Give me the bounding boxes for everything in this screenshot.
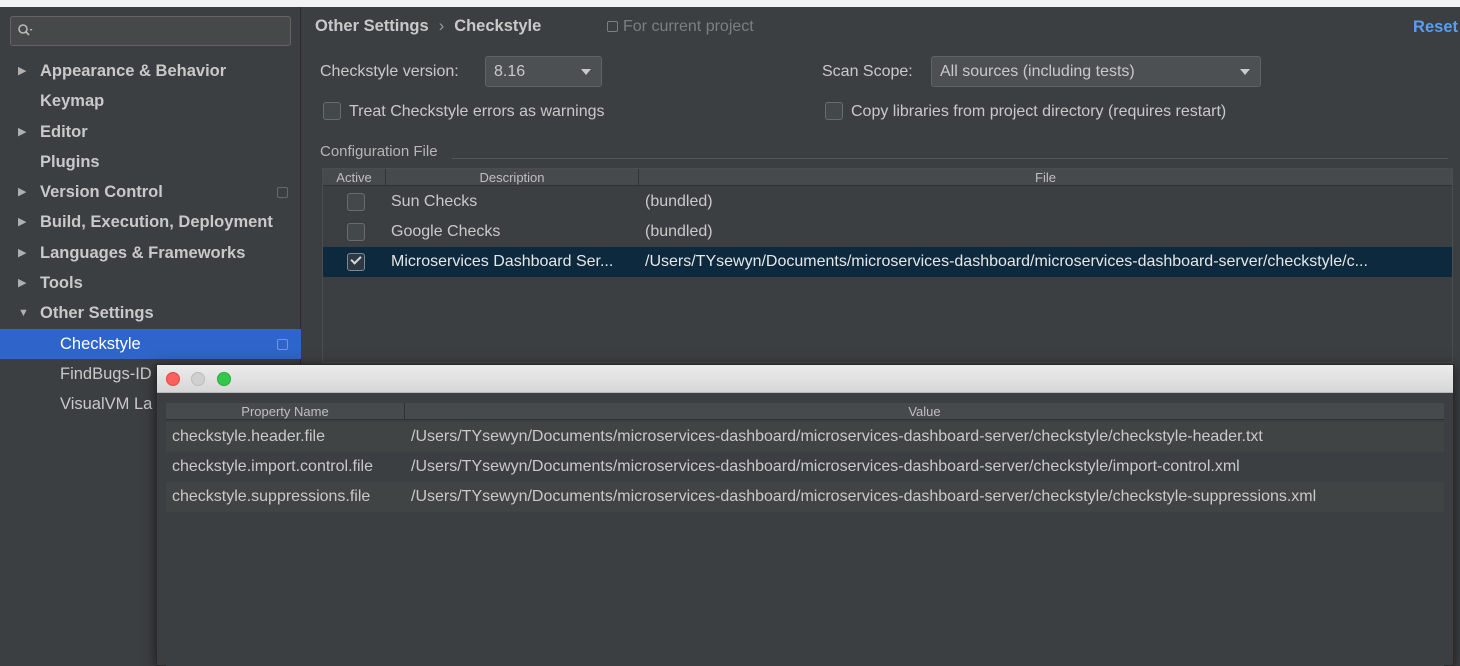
configuration-file-title: Configuration File [320,143,438,160]
configuration-file-table: Active Description File Sun Checks (bund… [322,168,1453,363]
properties-table: Property Name Value checkstyle.header.fi… [166,403,1444,666]
file-cell: (bundled) [645,193,713,210]
sidebar-item-appearance-behavior[interactable]: ▶ Appearance & Behavior [0,56,301,86]
table-row[interactable]: Sun Checks (bundled) [323,187,1452,217]
close-window-button[interactable] [166,372,180,386]
sidebar-item-keymap[interactable]: Keymap [0,86,301,116]
property-name-cell: checkstyle.suppressions.file [172,488,371,505]
sidebar-item-label: Editor [40,122,88,141]
column-header-description[interactable]: Description [386,169,639,186]
minimize-window-button[interactable] [191,372,205,386]
column-header-value[interactable]: Value [405,403,1444,420]
sidebar-item-build-execution-deployment[interactable]: ▶ Build, Execution, Deployment [0,207,301,237]
properties-dialog: Property Name Value checkstyle.header.fi… [156,364,1454,666]
window-top-edge [0,0,1460,7]
description-cell: Google Checks [391,223,501,240]
checkstyle-version-select[interactable]: 8.16 [485,56,602,87]
property-name-cell: checkstyle.import.control.file [172,458,373,475]
table-row[interactable]: Google Checks (bundled) [323,217,1452,247]
sidebar-item-other-settings[interactable]: ▼ Other Settings [0,298,301,328]
table-header: Property Name Value [166,403,1444,420]
chevron-down-icon [581,69,591,75]
file-cell: /Users/TYsewyn/Documents/microservices-d… [645,253,1368,270]
sidebar-item-label: Version Control [40,183,163,202]
column-header-active[interactable]: Active [323,169,386,186]
description-cell: Sun Checks [391,193,478,210]
table-header: Active Description File [323,169,1452,186]
reset-link[interactable]: Reset [1413,18,1458,37]
breadcrumb: Other Settings › Checkstyle [315,17,541,36]
scan-scope-label: Scan Scope: [822,63,913,80]
table-row[interactable]: checkstyle.header.file /Users/TYsewyn/Do… [166,422,1444,452]
column-header-file[interactable]: File [639,169,1452,186]
breadcrumb-separator: › [438,17,445,35]
sidebar-item-label: Build, Execution, Deployment [40,213,273,232]
sidebar-item-tools[interactable]: ▶ Tools [0,268,301,298]
expand-arrow-icon[interactable]: ▶ [18,56,26,86]
expand-arrow-icon[interactable]: ▶ [18,117,26,147]
sidebar-item-plugins[interactable]: Plugins [0,147,301,177]
expand-arrow-icon[interactable]: ▶ [18,268,26,298]
table-row[interactable]: checkstyle.import.control.file /Users/TY… [166,452,1444,482]
checkstyle-version-value: 8.16 [494,63,526,80]
property-value-cell[interactable]: /Users/TYsewyn/Documents/microservices-d… [411,482,1316,512]
expand-arrow-icon[interactable]: ▶ [18,238,26,268]
treat-errors-as-warnings-checkbox[interactable] [323,102,341,120]
sidebar-item-label: Other Settings [40,304,154,323]
sidebar-item-label: Appearance & Behavior [40,62,227,80]
treat-errors-as-warnings-label[interactable]: Treat Checkstyle errors as warnings [349,103,605,121]
active-checkbox[interactable] [347,253,365,271]
scope-note-text: For current project [623,18,754,35]
breadcrumb-current: Checkstyle [454,17,542,35]
sidebar-item-label: Plugins [40,152,100,171]
sidebar-item-label: Tools [40,274,83,293]
project-scope-note: For current project [607,18,754,36]
property-value-cell[interactable]: /Users/TYsewyn/Documents/microservices-d… [411,422,1263,452]
project-scope-icon [607,21,618,32]
sidebar-item-label: Keymap [40,92,105,111]
chevron-down-icon [1240,69,1250,75]
checkmark-icon [350,253,362,265]
project-scope-icon [277,338,288,350]
sidebar-item-languages-frameworks[interactable]: ▶ Languages & Frameworks [0,238,301,268]
property-name-cell: checkstyle.header.file [172,428,325,445]
sidebar-item-label: Languages & Frameworks [40,243,246,262]
search-icon [18,24,33,36]
expand-arrow-icon[interactable]: ▶ [18,207,26,237]
copy-libraries-checkbox[interactable] [825,102,843,120]
column-header-property-name[interactable]: Property Name [166,403,405,420]
sidebar-item-version-control[interactable]: ▶ Version Control [0,177,301,207]
group-divider [452,158,1448,159]
property-value-cell[interactable]: /Users/TYsewyn/Documents/microservices-d… [411,452,1240,482]
scan-scope-select[interactable]: All sources (including tests) [931,56,1261,87]
sidebar-item-label: VisualVM La [60,395,153,414]
sidebar-item-label: FindBugs-ID [60,364,152,383]
breadcrumb-parent: Other Settings [315,17,429,35]
scan-scope-value: All sources (including tests) [940,63,1135,80]
table-row[interactable]: checkstyle.suppressions.file /Users/TYse… [166,482,1444,512]
sidebar-item-editor[interactable]: ▶ Editor [0,117,301,147]
description-cell: Microservices Dashboard Ser... [391,253,614,270]
project-scope-icon [277,187,288,199]
checkstyle-version-label: Checkstyle version: [320,63,459,80]
copy-libraries-label[interactable]: Copy libraries from project directory (r… [851,103,1226,121]
sidebar-item-checkstyle[interactable]: Checkstyle [0,328,301,359]
file-cell: (bundled) [645,223,713,240]
sidebar-item-label: Checkstyle [60,334,141,353]
settings-search-input[interactable] [10,16,291,46]
collapse-arrow-icon[interactable]: ▼ [18,298,29,328]
expand-arrow-icon[interactable]: ▶ [18,177,26,207]
table-row[interactable]: Microservices Dashboard Ser... /Users/TY… [323,247,1452,277]
dialog-title-bar[interactable] [157,365,1453,393]
active-checkbox[interactable] [347,193,365,211]
active-checkbox[interactable] [347,223,365,241]
zoom-window-button[interactable] [217,372,231,386]
